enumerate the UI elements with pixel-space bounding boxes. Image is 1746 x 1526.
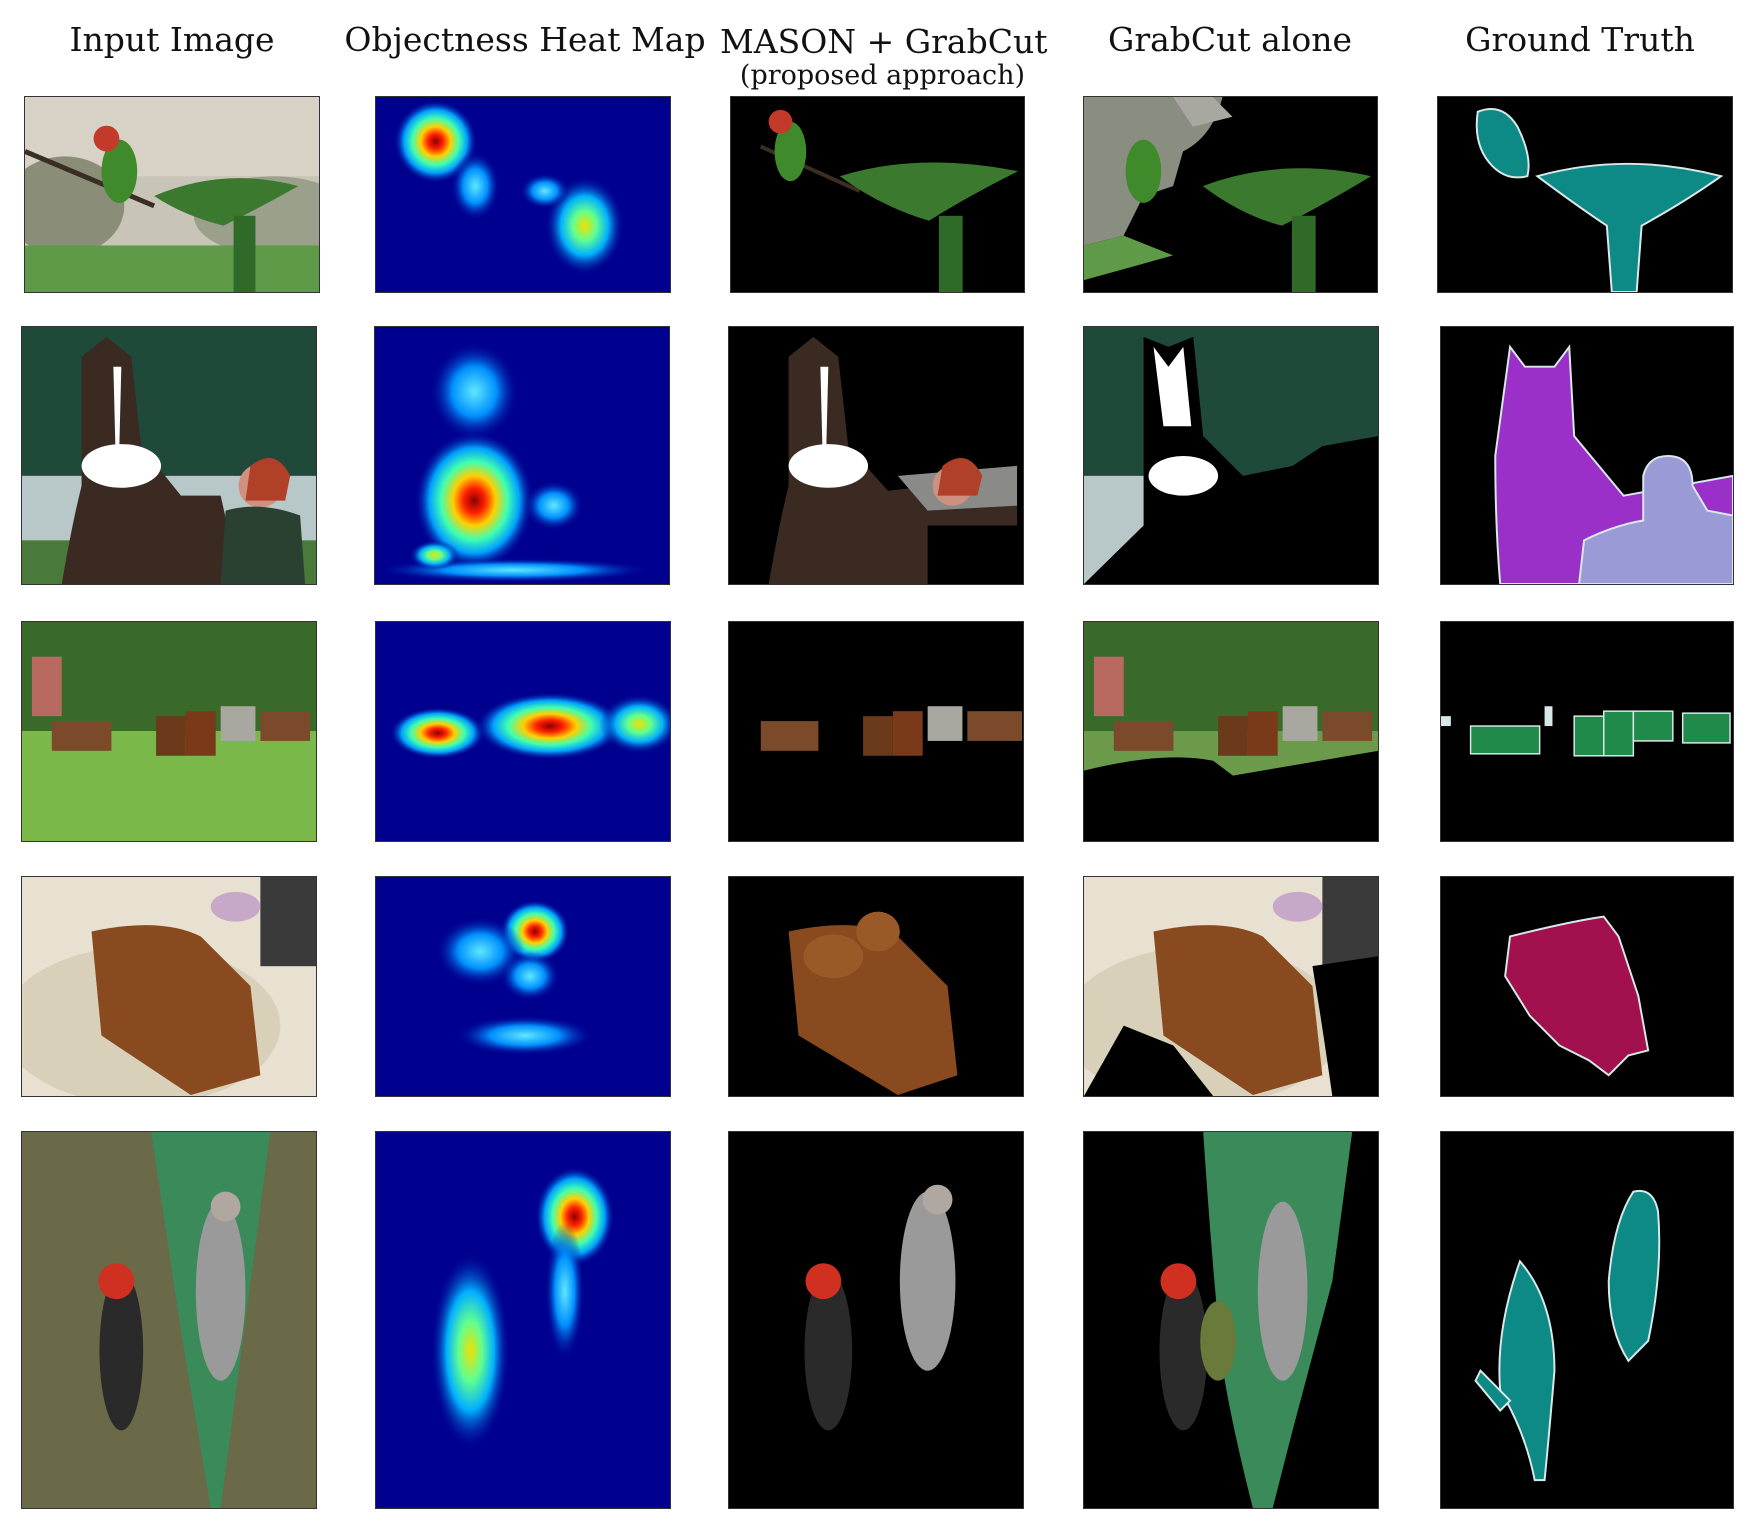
row1-ground-truth xyxy=(1437,96,1733,293)
row3-mason-grabcut xyxy=(728,621,1024,842)
row1-mason-grabcut xyxy=(730,96,1025,293)
column-header-ground-truth: Ground Truth xyxy=(1430,20,1730,100)
row2-heatmap xyxy=(374,326,670,585)
row5-input-image xyxy=(21,1131,317,1509)
row2-input-image xyxy=(21,326,317,585)
row2-mason-grabcut xyxy=(728,326,1024,585)
row4-input-image xyxy=(21,876,317,1097)
row5-ground-truth xyxy=(1440,1131,1734,1509)
column-title: GrabCut alone xyxy=(1107,20,1353,59)
row5-heatmap xyxy=(375,1131,671,1509)
row3-input-image xyxy=(21,621,317,842)
row4-mason-grabcut xyxy=(728,876,1024,1097)
column-header-heatmap: Objectness Heat Map xyxy=(340,20,710,100)
row1-grabcut-alone xyxy=(1083,96,1378,293)
row1-heatmap xyxy=(375,96,671,293)
column-title: MASON + GrabCut xyxy=(720,22,1048,61)
row2-ground-truth xyxy=(1440,326,1734,585)
row5-mason-grabcut xyxy=(728,1131,1024,1509)
column-title: Input Image xyxy=(69,20,275,59)
column-subtitle: (proposed approach) xyxy=(739,60,1026,91)
column-title: Ground Truth xyxy=(1465,20,1695,59)
row4-ground-truth xyxy=(1440,876,1734,1097)
row3-heatmap xyxy=(375,621,671,842)
row2-grabcut-alone xyxy=(1083,326,1379,585)
row1-input-image xyxy=(24,96,320,293)
column-title: Objectness Heat Map xyxy=(344,20,706,59)
column-header-input: Input Image xyxy=(22,20,322,100)
row4-grabcut-alone xyxy=(1083,876,1379,1097)
row3-grabcut-alone xyxy=(1083,621,1379,842)
column-header-grabcut: GrabCut alone xyxy=(1080,20,1380,100)
row5-grabcut-alone xyxy=(1083,1131,1379,1509)
column-header-mason: MASON + GrabCut (proposed approach) xyxy=(720,22,1048,102)
row3-ground-truth xyxy=(1440,621,1734,842)
row4-heatmap xyxy=(375,876,671,1097)
